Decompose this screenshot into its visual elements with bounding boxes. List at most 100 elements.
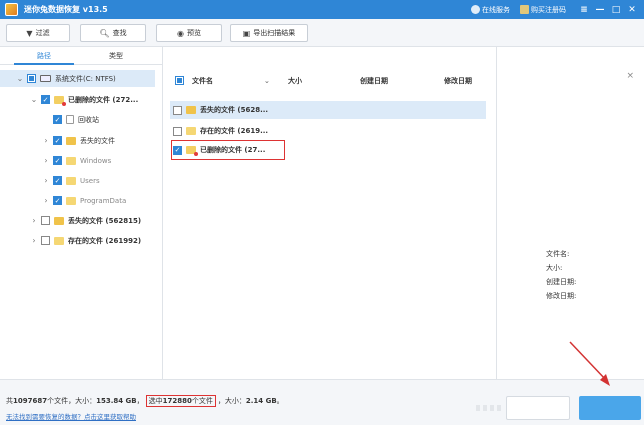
- chevron-right-icon[interactable]: ›: [42, 176, 50, 185]
- lost-folder-icon: [66, 136, 76, 145]
- column-size[interactable]: 大小: [288, 71, 302, 91]
- folder-icon: [66, 156, 76, 165]
- meta-filename-label: 文件名:: [546, 250, 570, 258]
- buy-register-label: 购买注册码: [531, 5, 566, 14]
- buy-register-link[interactable]: 购买注册码: [520, 5, 566, 15]
- tree-checkbox[interactable]: ✓: [41, 95, 50, 104]
- column-modified[interactable]: 修改日期: [444, 71, 472, 91]
- export-label: 导出扫描结果: [253, 29, 296, 37]
- close-button[interactable]: ✕: [624, 5, 640, 15]
- tree-checkbox[interactable]: [41, 236, 50, 245]
- tab-path[interactable]: 路径: [14, 47, 74, 65]
- status-prefix: 共: [6, 397, 13, 405]
- meta-size-label: 大小:: [546, 264, 563, 272]
- maximize-button[interactable]: □: [608, 5, 624, 15]
- minimize-button[interactable]: —: [592, 5, 608, 15]
- tree-item-lost-files[interactable]: › 丢失的文件 (562815): [0, 212, 141, 229]
- folder-icon: [186, 127, 196, 135]
- sort-icon[interactable]: ⌄: [264, 71, 270, 91]
- tree-item-system-drive[interactable]: ⌄ 系统文件(C: NTFS): [0, 70, 155, 87]
- tree-item-deleted[interactable]: ⌄ ✓ 已删除的文件 (272...: [0, 91, 138, 108]
- tree-item-programdata[interactable]: › ✓ ProgramData: [0, 192, 126, 209]
- tree-checkbox[interactable]: ✓: [53, 156, 62, 165]
- chevron-right-icon[interactable]: ›: [30, 236, 38, 245]
- tree-checkbox[interactable]: ✓: [53, 136, 62, 145]
- folder-icon: [66, 196, 76, 205]
- tree-item-label: Users: [80, 176, 100, 185]
- tree-item-label: 系统文件(C: NTFS): [55, 74, 116, 83]
- selected-count-box: 选中172880个文件: [145, 395, 216, 407]
- filter-button[interactable]: ▼ 过滤: [6, 24, 70, 42]
- back-button[interactable]: [506, 396, 570, 420]
- tree-item-label: 回收站: [78, 115, 99, 124]
- chevron-down-icon[interactable]: ⌄: [16, 74, 24, 83]
- tree-checkbox[interactable]: [41, 216, 50, 225]
- file-list-header: 文件名 ⌄ 大小 创建日期 修改日期: [164, 71, 497, 91]
- status-summary: 共 1097687 个文件，大小： 153.84 GB ， 选中172880个文…: [6, 395, 284, 407]
- status-end: 。: [276, 397, 284, 405]
- file-row[interactable]: 存在的文件 (2619...: [170, 122, 486, 140]
- selected-size: 2.14 GB: [245, 397, 277, 405]
- row-checkbox[interactable]: [173, 126, 182, 136]
- tree-item-users[interactable]: › ✓ Users: [0, 172, 100, 189]
- lost-folder-icon: [186, 106, 196, 114]
- help-link[interactable]: 无法找到需要恢复的数据？点击这里获取帮助: [6, 411, 136, 421]
- tree-checkbox[interactable]: ✓: [53, 115, 62, 124]
- file-list-panel: 文件名 ⌄ 大小 创建日期 修改日期 丢失的文件 (5628... 存在的文件 …: [164, 47, 497, 379]
- row-checkbox[interactable]: [173, 105, 182, 115]
- tree-item-label: Windows: [80, 156, 112, 165]
- online-service-link[interactable]: 在线服务: [471, 5, 510, 15]
- tree-item-lost[interactable]: › ✓ 丢失的文件: [0, 132, 115, 149]
- tree-checkbox[interactable]: [27, 74, 36, 83]
- preview-label: 预览: [186, 29, 201, 37]
- tree-checkbox[interactable]: ✓: [53, 176, 62, 185]
- chevron-right-icon[interactable]: ›: [42, 156, 50, 165]
- selected-unit: 个文件: [191, 397, 213, 405]
- title-bar: 迷你兔数据恢复 v13.5 在线服务 购买注册码 ≡ — □ ✕: [0, 0, 644, 19]
- chevron-right-icon[interactable]: ›: [42, 196, 50, 205]
- status-sep: ，: [136, 397, 144, 405]
- chevron-down-icon[interactable]: ⌄: [30, 95, 38, 104]
- lost-folder-icon: [54, 216, 64, 225]
- export-button[interactable]: ▣ 导出扫描结果: [230, 24, 308, 42]
- tree-item-recycle-bin[interactable]: ✓ 回收站: [0, 111, 99, 128]
- highlight-frame: [171, 140, 285, 160]
- selected-count: 172880: [162, 397, 192, 405]
- recycle-bin-icon: [66, 115, 74, 124]
- chevron-right-icon[interactable]: ›: [30, 216, 38, 225]
- total-size: 153.84 GB: [96, 397, 137, 405]
- status-bar: 共 1097687 个文件，大小： 153.84 GB ， 选中172880个文…: [0, 379, 644, 425]
- file-row[interactable]: 丢失的文件 (5628...: [170, 101, 486, 119]
- status-files-unit: 个文件，大小：: [47, 397, 97, 405]
- tree-tabs: 路径 类型: [0, 47, 162, 65]
- close-preview-icon[interactable]: ×: [626, 71, 634, 81]
- preview-button[interactable]: ◉ 预览: [156, 24, 222, 42]
- find-button[interactable]: 🔍︎ 查找: [80, 24, 146, 42]
- selected-prefix: 选中: [148, 397, 163, 405]
- drive-icon: [40, 75, 51, 82]
- headset-icon: [471, 5, 480, 14]
- recover-button[interactable]: [579, 396, 641, 420]
- meta-created-label: 创建日期:: [546, 278, 577, 286]
- column-name[interactable]: 文件名: [192, 71, 213, 91]
- folder-icon: [54, 236, 64, 245]
- tree-item-label: ProgramData: [80, 196, 127, 205]
- online-service-label: 在线服务: [482, 5, 510, 14]
- funnel-icon: ▼: [26, 28, 33, 38]
- faded-hint: [476, 405, 504, 411]
- menu-button[interactable]: ≡: [576, 5, 592, 15]
- tree-item-windows[interactable]: › ✓ Windows: [0, 152, 111, 169]
- app-logo-icon: [5, 3, 18, 16]
- tree-item-label: 丢失的文件: [80, 136, 115, 145]
- filter-label: 过滤: [35, 29, 50, 37]
- tree-checkbox[interactable]: ✓: [53, 196, 62, 205]
- tree-item-existing-files[interactable]: › 存在的文件 (261992): [0, 232, 141, 249]
- cart-icon: [520, 5, 529, 14]
- tree-item-label: 丢失的文件 (562815): [68, 216, 142, 225]
- toolbar: ▼ 过滤 🔍︎ 查找 ◉ 预览 ▣ 导出扫描结果: [0, 19, 644, 47]
- tab-type[interactable]: 类型: [86, 47, 146, 65]
- find-label: 查找: [112, 29, 127, 37]
- select-all-checkbox[interactable]: [175, 76, 184, 85]
- chevron-right-icon[interactable]: ›: [42, 136, 50, 145]
- column-created[interactable]: 创建日期: [360, 71, 388, 91]
